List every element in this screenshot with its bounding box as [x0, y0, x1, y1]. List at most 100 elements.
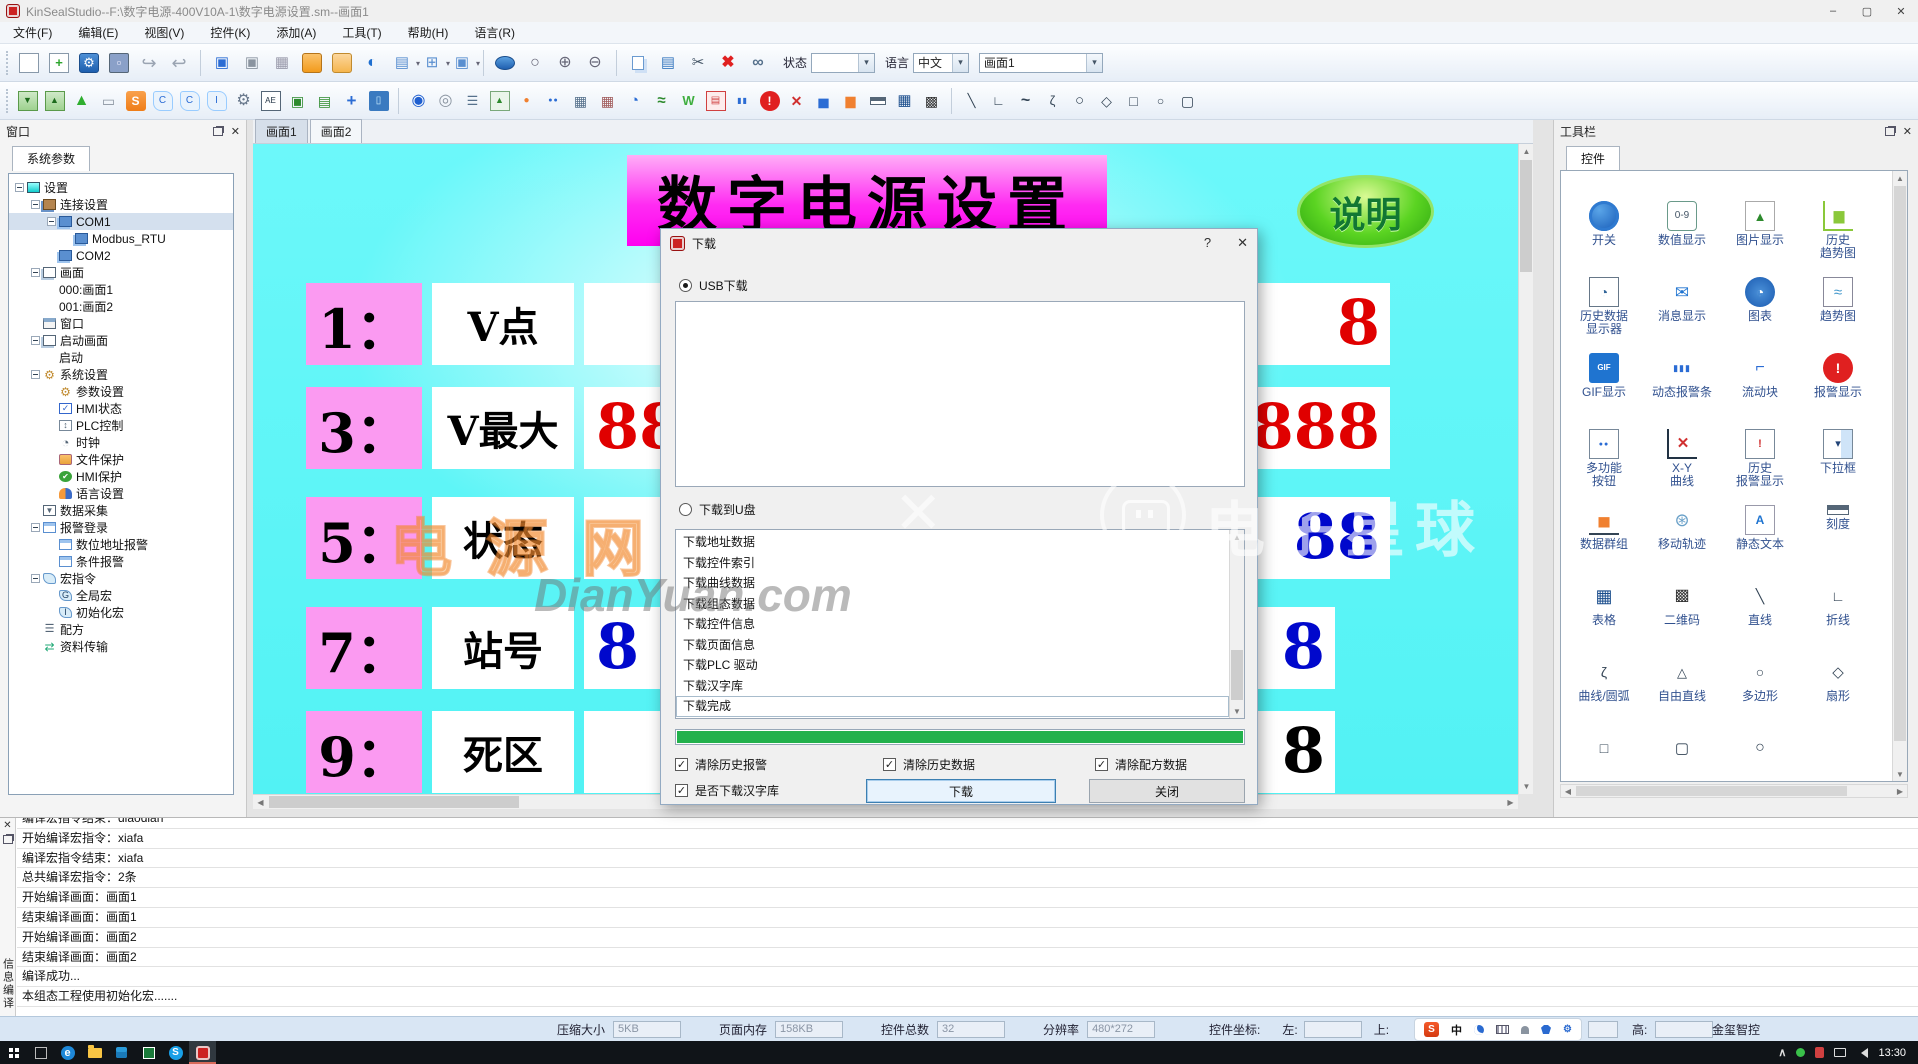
scroll-down-icon[interactable]: ▼ [1893, 767, 1907, 781]
tree-item[interactable]: ▼ 数据采集 [9, 502, 233, 519]
redo-icon[interactable]: ↪ [134, 48, 164, 78]
widget-item[interactable]: ≈ 趋势图 [1799, 273, 1877, 349]
clear-option-checkbox[interactable]: 清除历史数据 [883, 756, 975, 773]
screen-tab[interactable]: 画面2 [310, 119, 363, 143]
store-icon[interactable] [108, 1041, 135, 1064]
widget-item[interactable]: ○ [1721, 729, 1799, 782]
param-number-cell[interactable]: 3： [306, 387, 422, 469]
tree-expander-icon[interactable] [31, 200, 40, 209]
widget-item[interactable]: □ [1565, 729, 1643, 782]
tree-item[interactable]: 启动 [9, 349, 233, 366]
tree-expander-icon[interactable] [31, 370, 40, 379]
tree-item[interactable]: ↕ PLC控制 [9, 417, 233, 434]
tree-item[interactable]: 宏指令 [9, 570, 233, 587]
tree-expander-icon[interactable] [31, 523, 40, 532]
tree-item[interactable]: 报警登录 [9, 519, 233, 536]
tree-item[interactable]: Modbus_RTU [9, 230, 233, 247]
tree-item[interactable]: I 初始化宏 [9, 604, 233, 621]
param-label-cell[interactable]: V最大 [432, 387, 574, 469]
clear-option-checkbox[interactable]: 清除历史报警 [675, 756, 767, 773]
param-label-cell[interactable]: 状态 [432, 497, 574, 579]
param-number-cell[interactable]: 7： [306, 607, 422, 689]
widget-item[interactable]: 0-9 数值显示 [1643, 197, 1721, 273]
download-button[interactable]: 下载 [866, 779, 1056, 803]
tree-item[interactable]: 数位地址报警 [9, 536, 233, 553]
widget-item[interactable]: 刻度 [1799, 501, 1877, 577]
menu-item[interactable]: 帮助(H) [395, 21, 462, 44]
widget-item[interactable]: △ 自由直线 [1643, 653, 1721, 729]
tray-green-icon[interactable] [1796, 1048, 1805, 1057]
widget-item[interactable]: ○ 多边形 [1721, 653, 1799, 729]
clear-option-checkbox[interactable]: 清除配方数据 [1095, 756, 1187, 773]
menu-item[interactable]: 工具(T) [329, 21, 394, 44]
widget-item[interactable]: ◇ 扇形 [1799, 653, 1877, 729]
widget-item[interactable]: ⌐ 流动块 [1721, 349, 1799, 425]
tree-item[interactable]: ⚙ 参数设置 [9, 383, 233, 400]
widget-item[interactable]: ▢ [1643, 729, 1721, 782]
file-explorer-icon[interactable] [81, 1041, 108, 1064]
float-panel-icon[interactable] [213, 127, 223, 136]
start-button[interactable] [0, 1041, 27, 1064]
open-project-icon[interactable]: ⚙ [74, 48, 104, 78]
close-panel-icon[interactable]: ✕ [231, 125, 240, 138]
widget-item[interactable]: ◔ 图表 [1721, 273, 1799, 349]
widget-item[interactable]: ▲ 图片显示 [1721, 197, 1799, 273]
scroll-up-icon[interactable]: ▲ [1519, 144, 1534, 159]
widget-item[interactable]: 开关 [1565, 197, 1643, 273]
param-label-cell[interactable]: V点 [432, 283, 574, 365]
skype-icon[interactable]: S [162, 1041, 189, 1064]
widget-item[interactable]: ✉ 消息显示 [1643, 273, 1721, 349]
tree-item[interactable]: ◔ 时钟 [9, 434, 233, 451]
ime-account-icon[interactable] [1521, 1026, 1529, 1034]
network-icon[interactable] [1834, 1048, 1846, 1057]
tree-item[interactable]: 窗口 [9, 315, 233, 332]
widget-item[interactable]: ⊛ 移动轨迹 [1643, 501, 1721, 577]
checkbox-icon[interactable] [1095, 758, 1108, 771]
ime-mode-chinese[interactable]: 中 [1451, 1022, 1462, 1038]
tab-system-params[interactable]: 系统参数 [12, 146, 90, 171]
menu-item[interactable]: 添加(A) [263, 21, 329, 44]
tree-item[interactable]: ✓ HMI状态 [9, 400, 233, 417]
tab-widgets[interactable]: 控件 [1566, 146, 1620, 171]
taskview-icon[interactable] [27, 1041, 54, 1064]
tree-item[interactable]: 启动画面 [9, 332, 233, 349]
widget-item[interactable]: ζ 曲线/圆弧 [1565, 653, 1643, 729]
param-number-cell[interactable]: 5： [306, 497, 422, 579]
undo-icon[interactable]: ↩ [164, 48, 194, 78]
widget-item[interactable]: ●● 多功能 按钮 [1565, 425, 1643, 501]
tree-expander-icon[interactable] [31, 336, 40, 345]
widget-item[interactable]: ▮▮▮ 动态报警条 [1643, 349, 1721, 425]
widget-item[interactable]: ! 报警显示 [1799, 349, 1877, 425]
scroll-thumb[interactable] [1894, 186, 1906, 741]
scroll-thumb[interactable] [1576, 786, 1847, 796]
param-label-cell[interactable]: 站号 [432, 607, 574, 689]
volume-icon[interactable] [1856, 1048, 1868, 1058]
ime-toolbar[interactable]: S 中 ⚙ [1414, 1018, 1582, 1041]
tree-item[interactable]: ☰ 配方 [9, 621, 233, 638]
scroll-left-icon[interactable]: ◀ [1561, 785, 1575, 797]
scroll-left-icon[interactable]: ◀ [253, 795, 268, 810]
widget-item[interactable]: ! 历史 报警显示 [1721, 425, 1799, 501]
scroll-right-icon[interactable]: ▶ [1893, 785, 1907, 797]
minimize-button[interactable]: – [1816, 0, 1850, 22]
widget-item[interactable]: ▾ 下拉框 [1799, 425, 1877, 501]
toolbox-horizontal-scrollbar[interactable]: ◀ ▶ [1560, 784, 1908, 798]
param-label-cell[interactable]: 死区 [432, 711, 574, 793]
checkbox-icon[interactable] [675, 784, 688, 797]
tree-item[interactable]: 条件报警 [9, 553, 233, 570]
param-number-cell[interactable]: 1： [306, 283, 422, 365]
checkbox-icon[interactable] [883, 758, 896, 771]
save-icon[interactable]: ▫ [104, 48, 134, 78]
maximize-button[interactable]: ▢ [1850, 0, 1884, 22]
fontlib-checkbox[interactable]: 是否下载汉字库 [675, 782, 779, 799]
scroll-thumb[interactable] [269, 796, 519, 808]
edge-icon[interactable]: e [54, 1041, 81, 1064]
tree-item[interactable]: ✔ HMI保护 [9, 468, 233, 485]
widget-item[interactable]: GIF GIF显示 [1565, 349, 1643, 425]
scroll-down-icon[interactable]: ▼ [1519, 779, 1534, 794]
close-log-icon[interactable]: ✕ [3, 820, 11, 831]
tree-item[interactable]: 000:画面1 [9, 281, 233, 298]
tree-item[interactable]: 文件保护 [9, 451, 233, 468]
menu-item[interactable]: 文件(F) [0, 21, 65, 44]
tree-item[interactable]: 连接设置 [9, 196, 233, 213]
